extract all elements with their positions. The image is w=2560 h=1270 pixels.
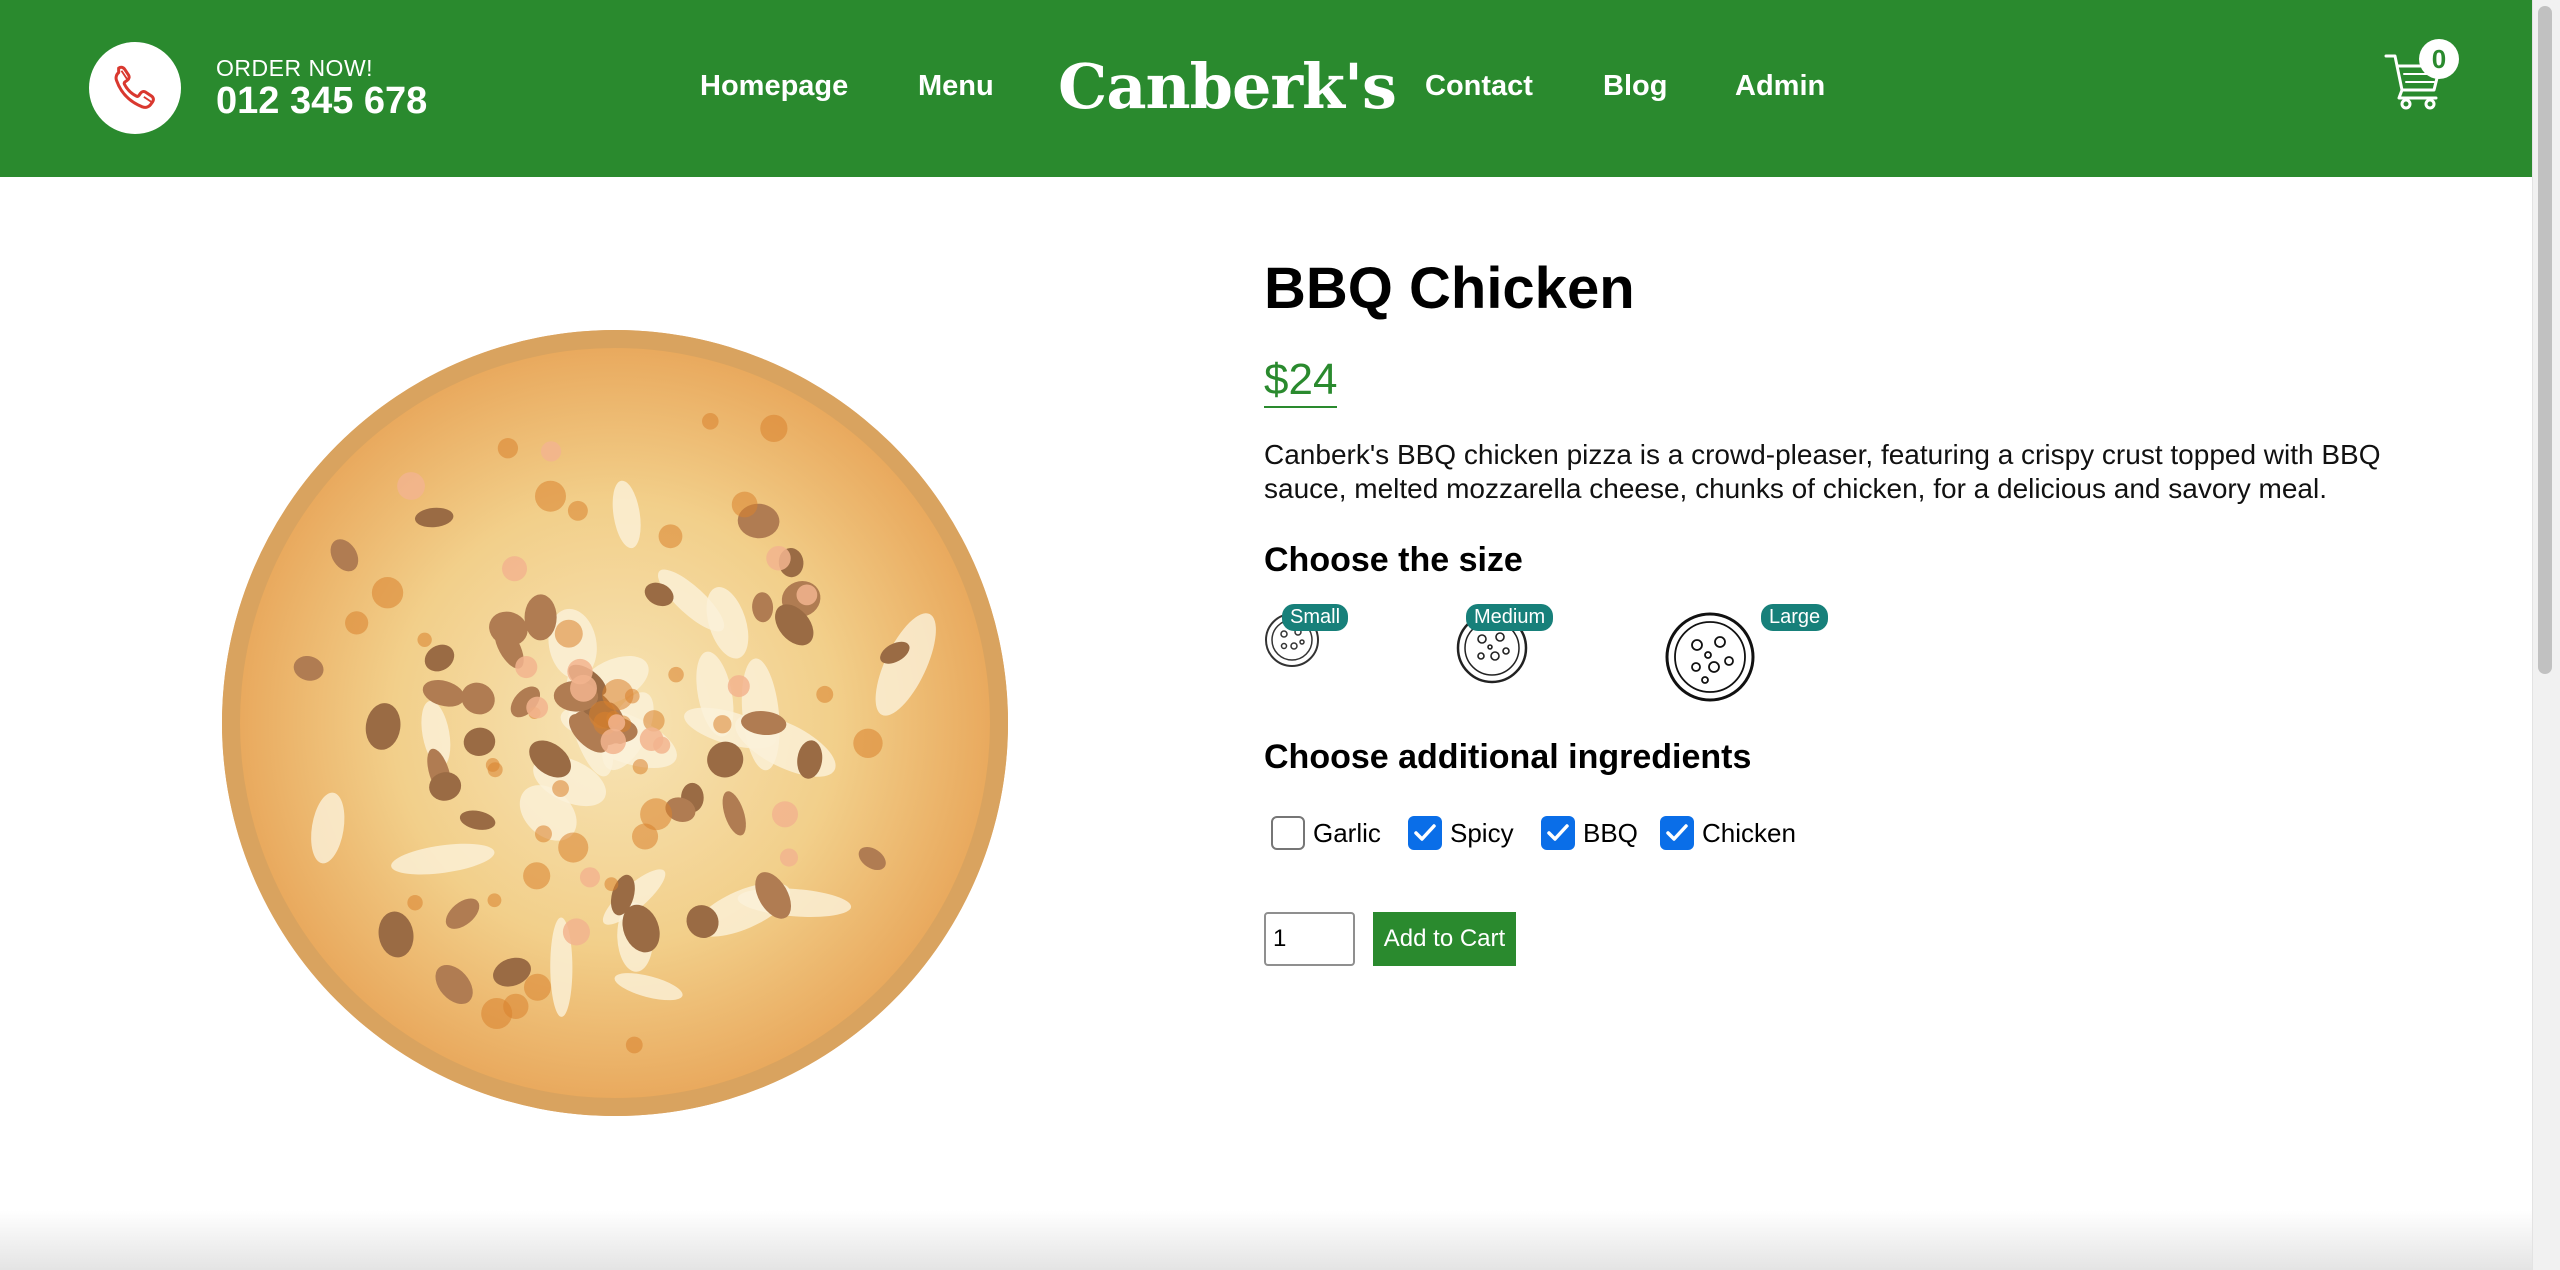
phone-icon (114, 65, 155, 109)
phone-button[interactable] (89, 42, 181, 134)
ingredient-label: Spicy (1450, 817, 1514, 848)
product-price: $24 (1264, 355, 1338, 409)
garlic-checkbox[interactable] (1271, 816, 1305, 850)
nav-menu[interactable]: Menu (918, 70, 994, 103)
nav-homepage[interactable]: Homepage (700, 70, 848, 103)
quantity-input[interactable] (1264, 912, 1355, 966)
nav-blog[interactable]: Blog (1603, 70, 1667, 103)
nav-contact[interactable]: Contact (1425, 70, 1533, 103)
site-logo[interactable]: Canberk's (1058, 50, 1397, 123)
bottom-shadow (0, 1210, 2532, 1270)
nav-admin[interactable]: Admin (1735, 70, 1825, 103)
chicken-checkbox[interactable] (1660, 816, 1694, 850)
pizza-icon (1665, 612, 1755, 702)
ingredient-label: BBQ (1583, 817, 1638, 848)
size-small-option[interactable]: Small (1264, 604, 1354, 672)
cart-count-badge: 0 (2419, 39, 2459, 79)
navbar: ORDER NOW! 012 345 678 Homepage Menu Can… (0, 0, 2532, 177)
size-medium-label: Medium (1466, 604, 1554, 631)
size-heading: Choose the size (1264, 541, 1523, 579)
pizza-toppings (293, 413, 936, 1054)
pizza-image (222, 330, 1008, 1116)
size-large-label: Large (1761, 604, 1829, 631)
phone-number: 012 345 678 (216, 80, 428, 122)
ingredient-bbq[interactable]: BBQ (1541, 816, 1638, 850)
bbq-checkbox[interactable] (1541, 816, 1575, 850)
ingredient-garlic[interactable]: Garlic (1271, 816, 1381, 850)
product-description: Canberk's BBQ chicken pizza is a crowd-p… (1264, 439, 2381, 504)
add-to-cart-button[interactable]: Add to Cart (1373, 912, 1516, 966)
ingredient-label: Garlic (1313, 817, 1381, 848)
scrollbar-thumb[interactable] (2538, 6, 2552, 674)
ingredient-chicken[interactable]: Chicken (1660, 816, 1796, 850)
ingredients-heading: Choose additional ingredients (1264, 738, 1752, 776)
size-large-option[interactable]: Large (1665, 604, 1829, 706)
ingredient-label: Chicken (1702, 817, 1796, 848)
product-title: BBQ Chicken (1264, 256, 1635, 321)
checkmark-icon (1666, 824, 1688, 841)
order-now-label: ORDER NOW! (216, 55, 374, 81)
size-small-label: Small (1282, 604, 1349, 631)
checkmark-icon (1414, 824, 1436, 841)
size-medium-option[interactable]: Medium (1456, 604, 1566, 688)
spicy-checkbox[interactable] (1408, 816, 1442, 850)
checkmark-icon (1547, 824, 1569, 841)
ingredient-spicy[interactable]: Spicy (1408, 816, 1514, 850)
